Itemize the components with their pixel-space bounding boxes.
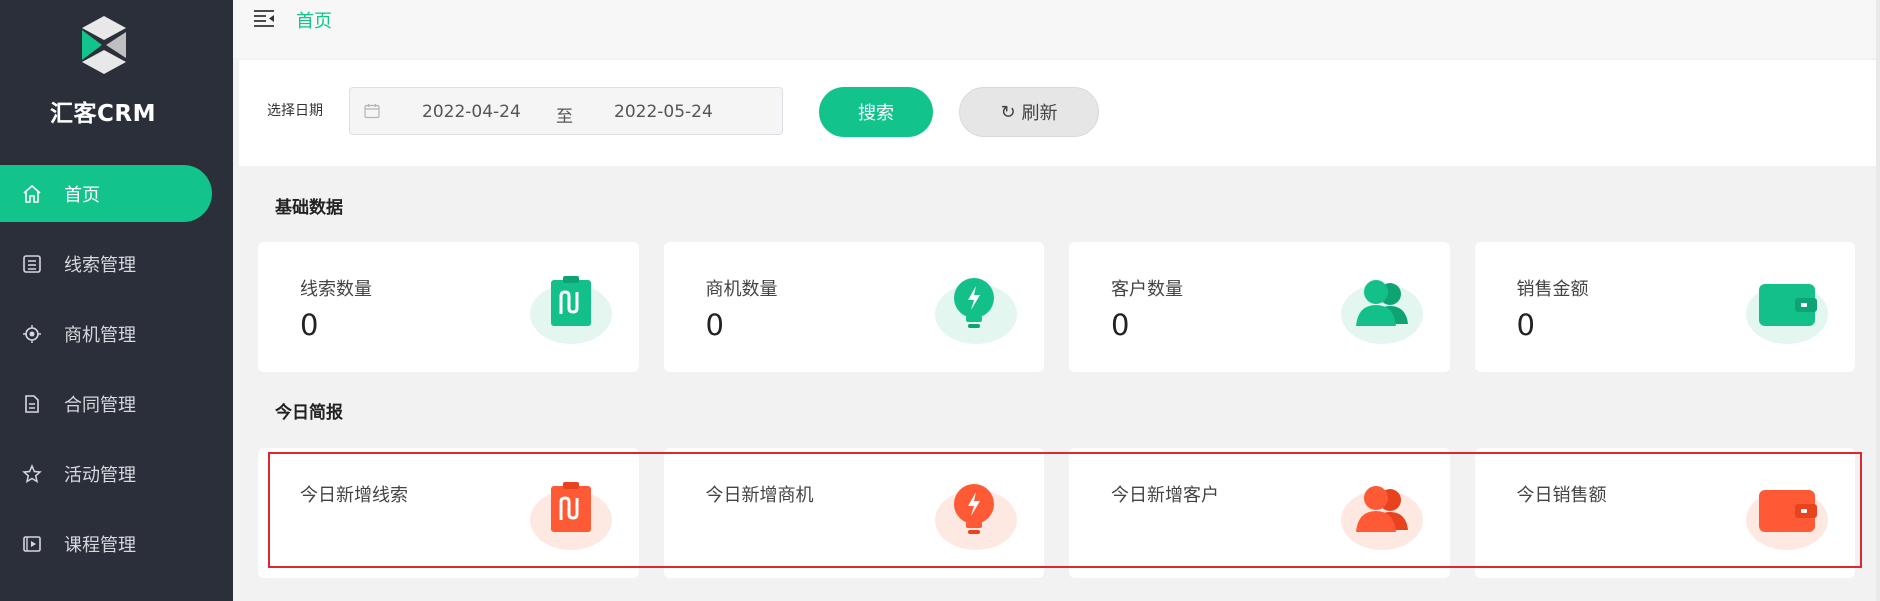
stat-card-label: 线索数量	[300, 279, 372, 300]
refresh-button[interactable]: ↻ 刷新	[959, 87, 1099, 137]
stat-card-label: 客户数量	[1111, 279, 1183, 300]
start-date-input[interactable]: 2022-04-24	[422, 102, 521, 122]
clue-icon	[20, 252, 44, 276]
stat-card-opportunities[interactable]: 商机数量 0	[663, 242, 1044, 372]
stat-card-value: 0	[1516, 308, 1535, 342]
date-range-picker[interactable]: 2022-04-24 至 2022-05-24	[349, 87, 783, 135]
top-bar: 首页	[233, 0, 1880, 58]
sidebar-item-label: 活动管理	[64, 464, 136, 486]
contract-icon	[20, 392, 44, 416]
home-icon	[20, 182, 44, 206]
breadcrumb[interactable]: 首页	[296, 7, 332, 33]
sidebar-item-activities[interactable]: 活动管理	[0, 445, 233, 502]
course-icon	[20, 532, 44, 556]
sidebar-item-home[interactable]: 首页	[0, 165, 212, 222]
lightbulb-icon	[935, 278, 1017, 344]
basic-data-title: 基础数据	[275, 198, 343, 218]
sidebar-item-label: 商机管理	[64, 324, 136, 346]
end-date-input[interactable]: 2022-05-24	[614, 102, 713, 122]
calendar-icon	[364, 104, 380, 119]
opportunity-icon	[20, 322, 44, 346]
sidebar-item-contracts[interactable]: 合同管理	[0, 375, 233, 432]
sidebar-item-label: 课程管理	[64, 534, 136, 556]
refresh-icon: ↻	[1000, 101, 1016, 123]
date-range-separator: 至	[556, 107, 573, 127]
stat-card-label: 商机数量	[705, 279, 778, 300]
sidebar-item-label: 合同管理	[64, 394, 136, 416]
stat-card-value: 0	[1111, 308, 1130, 342]
today-brief-title: 今日简报	[275, 403, 343, 423]
sidebar-item-clues[interactable]: 线索管理	[0, 235, 233, 292]
clipboard-icon	[529, 276, 612, 344]
sidebar-menu: 首页 线索管理 商机管理 合同管理 活动管理 课程管理	[0, 165, 233, 585]
search-button[interactable]: 搜索	[819, 87, 933, 137]
sidebar-item-label: 首页	[64, 184, 100, 206]
today-brief-highlight	[268, 452, 1862, 568]
main-content: 首页 选择日期 2022-04-24 至 2022-05-24 搜索 ↻ 刷新 …	[233, 0, 1880, 601]
vertical-scrollbar[interactable]	[1876, 0, 1880, 601]
stat-card-customers[interactable]: 客户数量 0	[1069, 242, 1450, 372]
sidebar-item-courses[interactable]: 课程管理	[0, 515, 233, 572]
refresh-button-label: 刷新	[1021, 103, 1058, 124]
stat-card-clues[interactable]: 线索数量 0	[258, 242, 639, 372]
logo-icon	[82, 16, 126, 74]
brand-name: 汇客CRM	[50, 101, 156, 127]
sidebar-item-opportunities[interactable]: 商机管理	[0, 305, 233, 362]
date-filter-label: 选择日期	[267, 103, 323, 119]
basic-data-cards: 线索数量 0 商机数量 0 客户数量 0 销售金额 0	[258, 242, 1880, 372]
users-icon	[1340, 280, 1423, 344]
menu-fold-icon[interactable]	[253, 8, 275, 28]
star-icon	[20, 462, 44, 486]
stat-card-label: 销售金额	[1516, 279, 1589, 300]
stat-card-value: 0	[705, 308, 724, 342]
sidebar: 汇客CRM 首页 线索管理 商机管理 合同管理 活动管理 课程管理	[0, 0, 233, 601]
sidebar-item-label: 线索管理	[64, 254, 136, 276]
stat-card-value: 0	[300, 308, 319, 342]
stat-card-sales[interactable]: 销售金额 0	[1474, 242, 1855, 372]
date-filter-bar: 选择日期 2022-04-24 至 2022-05-24 搜索 ↻ 刷新	[239, 60, 1880, 166]
wallet-icon	[1746, 284, 1828, 344]
